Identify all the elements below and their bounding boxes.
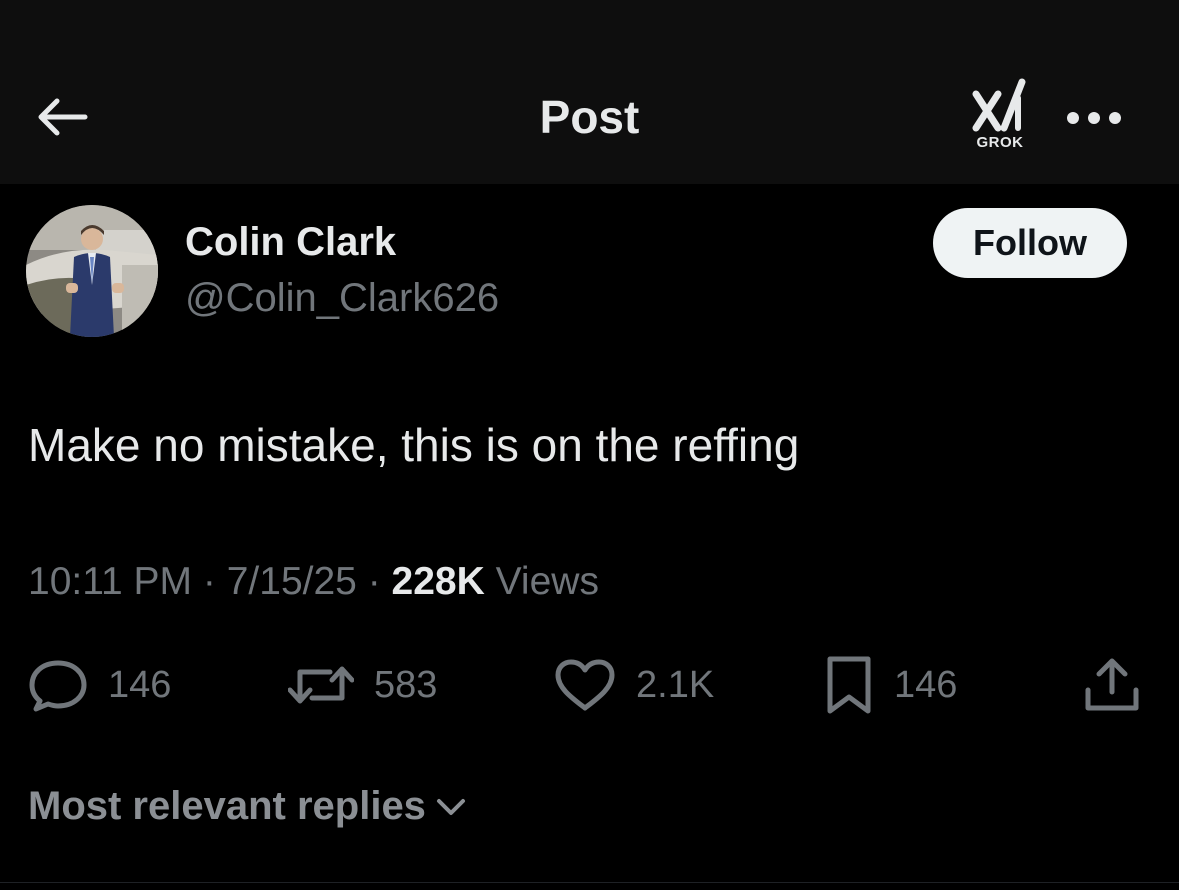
repost-count: 583 — [374, 663, 438, 706]
bookmark-count: 146 — [894, 663, 958, 706]
divider — [0, 882, 1179, 883]
grok-button[interactable]: GROK — [962, 78, 1038, 160]
like-button[interactable]: 2.1K — [554, 655, 714, 715]
avatar-image — [26, 205, 158, 337]
follow-button[interactable]: Follow — [933, 208, 1127, 278]
views-label: Views — [495, 560, 599, 603]
avatar[interactable] — [26, 205, 158, 337]
post-metadata: 10:11 PM · 7/15/25 · 228K Views — [28, 560, 599, 604]
reply-count: 146 — [108, 663, 172, 706]
replies-sort-dropdown[interactable]: Most relevant replies — [28, 784, 468, 829]
author-handle[interactable]: @Colin_Clark626 — [185, 276, 499, 321]
reply-button[interactable]: 146 — [28, 655, 171, 715]
repost-button[interactable]: 583 — [288, 655, 437, 715]
reply-icon — [29, 660, 87, 712]
post-text: Make no mistake, this is on the reffing — [28, 419, 800, 471]
more-options-button[interactable] — [1062, 100, 1126, 136]
post-date[interactable]: 7/15/25 — [227, 560, 357, 603]
share-icon — [1085, 658, 1139, 711]
grok-icon — [972, 78, 1026, 132]
repost-icon — [288, 666, 354, 704]
bookmark-button[interactable]: 146 — [824, 655, 957, 715]
meta-separator: · — [202, 560, 216, 603]
replies-sort-label: Most relevant replies — [28, 784, 426, 828]
chevron-down-icon — [436, 798, 465, 815]
bookmark-icon — [827, 656, 871, 714]
post-time[interactable]: 10:11 PM — [28, 560, 192, 603]
author-display-name[interactable]: Colin Clark — [185, 220, 396, 265]
action-bar: 146 583 2.1K 146 — [0, 655, 1179, 715]
views-count[interactable]: 228K — [392, 560, 485, 603]
like-count: 2.1K — [636, 663, 715, 706]
meta-separator: · — [367, 560, 381, 603]
grok-label: GROK — [976, 134, 1024, 151]
heart-icon — [555, 659, 615, 711]
arrow-left-icon — [38, 98, 88, 136]
top-bar: Post GROK — [0, 0, 1179, 184]
more-horizontal-icon — [1067, 112, 1121, 124]
back-button[interactable] — [30, 92, 92, 142]
share-button[interactable] — [1082, 655, 1142, 715]
